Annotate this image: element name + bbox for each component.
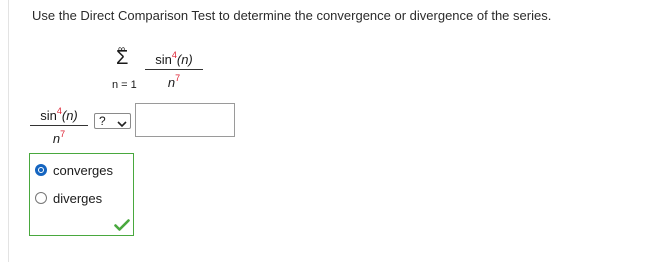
lhs-numerator-argument: (n) [61, 108, 78, 123]
left-rule [8, 0, 9, 262]
lhs-fraction-bar [30, 125, 88, 126]
series-term-denominator: n7 [145, 71, 203, 90]
lhs-numerator-function: sin [40, 108, 57, 123]
option-label: converges [53, 163, 113, 178]
lhs-numerator: sin4(n) [30, 104, 88, 123]
lhs-denominator-exponent: 7 [60, 129, 66, 139]
denominator-exponent: 7 [175, 73, 181, 83]
radio-converges[interactable] [35, 164, 47, 176]
sigma-icon: Σ [116, 47, 129, 69]
lhs-denominator: n7 [30, 127, 88, 146]
fraction-bar [145, 69, 203, 70]
question-prompt: Use the Direct Comparison Test to determ… [32, 8, 552, 23]
sum-lower-limit: n = 1 [112, 79, 137, 91]
option-label: diverges [53, 191, 103, 206]
operator-select-value: ? [99, 114, 106, 128]
check-icon [114, 218, 130, 236]
chevron-down-icon [117, 117, 127, 131]
series-term: sin4(n) n7 [145, 48, 203, 90]
radio-diverges[interactable] [35, 192, 47, 204]
series-term-numerator: sin4(n) [145, 48, 203, 67]
comparison-lhs: sin4(n) n7 [30, 104, 88, 146]
numerator-function: sin [155, 52, 172, 67]
numerator-argument: (n) [176, 52, 193, 67]
comparison-operator-select[interactable]: ? [94, 113, 131, 129]
answer-options: converges diverges [29, 153, 134, 236]
comparison-answer-input[interactable] [135, 103, 235, 137]
series-expression: ∞ Σ n = 1 sin4(n) n7 [112, 44, 222, 96]
